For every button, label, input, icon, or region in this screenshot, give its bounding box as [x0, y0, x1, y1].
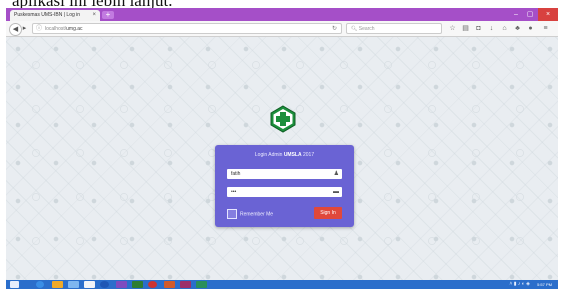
- search-input[interactable]: 🔍︎ Search: [346, 23, 442, 34]
- reload-icon[interactable]: ↻: [332, 24, 337, 35]
- start-button-icon[interactable]: [10, 281, 19, 288]
- search-placeholder: Search: [358, 26, 375, 32]
- tab-close-icon[interactable]: ×: [92, 10, 96, 21]
- login-page: Login Admin UMSLA 2017 fatih ♟ ••• ▬ Rem…: [6, 37, 558, 280]
- remember-me-checkbox[interactable]: [227, 209, 237, 219]
- reading-list-icon[interactable]: ▤: [461, 24, 470, 33]
- menu-icon[interactable]: ≡: [541, 24, 550, 33]
- url-text: umg.ac: [66, 26, 83, 32]
- remember-me-label: Remember Me: [240, 211, 274, 218]
- site-info-icon[interactable]: ⓘ: [36, 24, 42, 35]
- url-prefix: localhost/: [45, 26, 67, 32]
- desktop-screen: Puskesmas UMS-IBN | Log in × + – ▢ × ◀ ▸…: [6, 8, 558, 289]
- lock-icon: ▬: [333, 189, 339, 195]
- file-explorer-icon[interactable]: [52, 281, 63, 288]
- password-value: •••: [231, 189, 237, 195]
- bookmark-star-icon[interactable]: ☆: [448, 24, 457, 33]
- store-icon[interactable]: [84, 281, 95, 288]
- login-title: Login Admin UMSLA 2017: [254, 152, 315, 158]
- username-value: fatih: [231, 171, 241, 177]
- password-field[interactable]: ••• ▬: [227, 187, 342, 197]
- minimize-button[interactable]: –: [510, 8, 522, 21]
- download-icon[interactable]: ↓: [487, 24, 496, 33]
- user-icon: ♟: [333, 171, 339, 177]
- chrome-icon[interactable]: [148, 281, 157, 288]
- system-tray-icons[interactable]: ˄ ▮ ♪ ◐ ◈: [509, 280, 530, 289]
- app-icon-3[interactable]: [196, 281, 207, 288]
- media-icon[interactable]: [116, 281, 127, 288]
- new-tab-button[interactable]: +: [102, 11, 114, 19]
- close-window-button[interactable]: ×: [538, 8, 558, 21]
- username-field[interactable]: fatih ♟: [227, 169, 342, 179]
- windows-taskbar: ˄ ▮ ♪ ◐ ◈ 5:57 PM: [6, 280, 558, 289]
- home-icon[interactable]: ⌂: [500, 24, 509, 33]
- sign-in-button[interactable]: Sign In: [314, 207, 342, 219]
- excel-icon[interactable]: [132, 281, 143, 288]
- pocket-icon[interactable]: ◘: [474, 24, 483, 33]
- remember-me[interactable]: Remember Me: [227, 209, 273, 219]
- firefox-icon[interactable]: [164, 281, 175, 288]
- sync-icon[interactable]: ●: [526, 24, 535, 33]
- ie-icon[interactable]: [100, 281, 109, 288]
- app-icon-2[interactable]: [180, 281, 191, 288]
- login-panel: Login Admin UMSLA 2017 fatih ♟ ••• ▬ Rem…: [215, 145, 354, 227]
- browser-titlebar: Puskesmas UMS-IBN | Log in × + – ▢ ×: [6, 8, 558, 21]
- browser-navbar: ◀ ▸ ⓘ localhost/umg.ac ↻ 🔍︎ Search ☆ ▤ ◘…: [6, 21, 558, 37]
- caption-text: aplikasi ini lebih lanjut.: [0, 0, 566, 8]
- app-icon[interactable]: [68, 281, 79, 288]
- maximize-button[interactable]: ▢: [524, 8, 536, 21]
- taskbar-clock[interactable]: 5:57 PM: [537, 280, 552, 289]
- search-taskbar-icon[interactable]: [36, 281, 44, 288]
- forward-icon[interactable]: ▸: [20, 23, 29, 34]
- search-icon: 🔍︎: [351, 26, 359, 32]
- tab-title: Puskesmas UMS-IBN | Log in: [14, 12, 81, 18]
- health-cross-logo-icon: [270, 105, 296, 133]
- extension-icon[interactable]: ♣: [513, 24, 522, 33]
- browser-tab[interactable]: Puskesmas UMS-IBN | Log in ×: [10, 10, 100, 21]
- url-input[interactable]: ⓘ localhost/umg.ac ↻: [32, 23, 342, 34]
